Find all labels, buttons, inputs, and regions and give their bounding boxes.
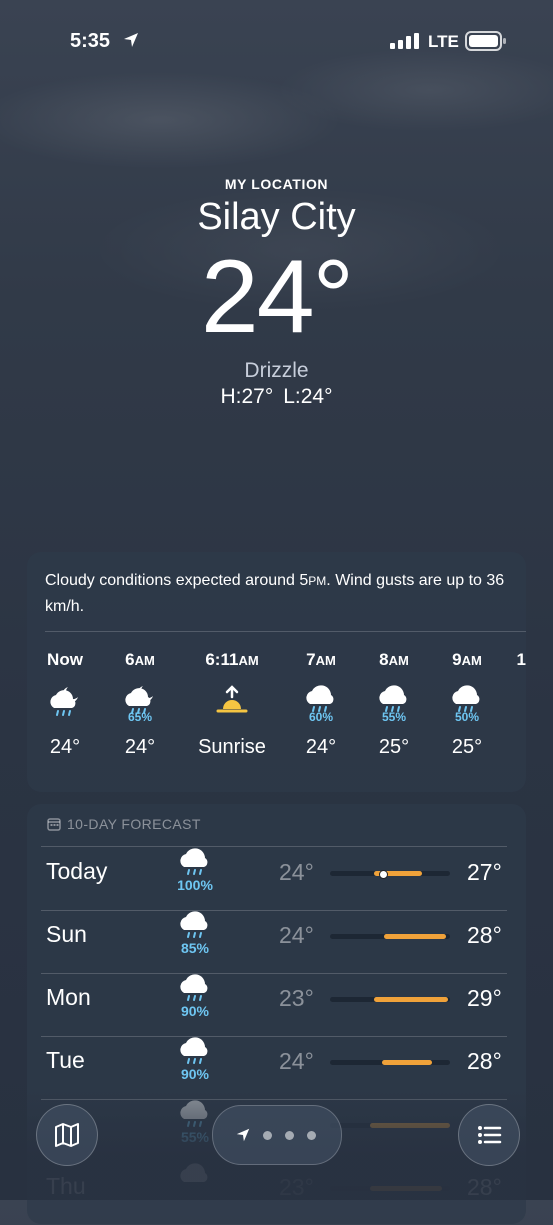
page-dot	[263, 1131, 272, 1140]
current-temp-marker	[379, 870, 388, 879]
current-weather: MY LOCATION Silay City 24° Drizzle H:27°…	[0, 176, 553, 409]
current-temperature: 24°	[200, 239, 354, 355]
current-condition: Drizzle	[244, 359, 309, 382]
cloud-moon-rain-icon	[125, 686, 153, 714]
page-dot	[285, 1131, 294, 1140]
forecast-row-today[interactable]: Today 100% 24° 27°	[27, 847, 526, 910]
hour-item: 6:11AM Sunrise	[198, 650, 266, 758]
cloud-rain-icon	[379, 685, 407, 712]
cloud-rain-icon	[180, 1163, 208, 1182]
temp-range-bar	[330, 1123, 450, 1128]
map-button[interactable]	[36, 1104, 98, 1166]
sunrise-icon	[216, 685, 248, 713]
cloud-rain-icon	[180, 1100, 208, 1127]
status-bar: 5:35 LTE	[0, 28, 553, 56]
hourly-forecast-card[interactable]: Cloudy conditions expected around 5PM. W…	[27, 552, 526, 792]
location-label: MY LOCATION	[224, 176, 329, 192]
forecast-row-tue[interactable]: Tue 90% 24° 28°	[27, 1036, 526, 1099]
map-icon	[55, 1123, 79, 1147]
cloud-rain-icon	[180, 848, 208, 875]
weather-summary: Cloudy conditions expected around 5PM. W…	[45, 572, 505, 615]
temp-range-bar	[330, 997, 450, 1002]
city-name: Silay City	[197, 196, 356, 238]
battery-icon	[465, 31, 506, 51]
network-type: LTE	[428, 32, 459, 51]
hour-item: 6AM 65% 24°	[102, 650, 178, 759]
calendar-icon	[47, 818, 61, 831]
hour-item: 1	[516, 650, 526, 669]
cloud-rain-icon	[306, 685, 334, 712]
hour-item: Now 24°	[47, 650, 83, 758]
temp-range-bar	[330, 870, 450, 879]
high-temp: H:27°	[220, 385, 274, 408]
cloud-moon-rain-icon	[50, 687, 78, 716]
status-time: 5:35	[70, 30, 111, 52]
forecast-row-sun[interactable]: Sun 85% 24° 28°	[27, 910, 526, 973]
cloud-rain-icon	[180, 974, 208, 1001]
list-icon	[478, 1126, 502, 1144]
forecast-row-mon[interactable]: Mon 90% 23° 29°	[27, 973, 526, 1036]
temp-range-bar	[330, 934, 450, 939]
cloud-rain-icon	[452, 685, 480, 712]
temp-range-bar	[330, 1060, 450, 1065]
hour-item: 7AM 60% 24°	[283, 650, 359, 759]
signal-bars-icon	[390, 33, 419, 49]
location-arrow-icon	[124, 33, 138, 47]
city-list-button[interactable]	[458, 1104, 520, 1166]
page-dot	[307, 1131, 316, 1140]
cloud-rain-icon	[180, 911, 208, 938]
location-arrow-icon	[236, 1128, 250, 1142]
temp-range-bar	[330, 1186, 450, 1191]
forecast-row-thu[interactable]: Thu 23° 28°	[27, 1162, 526, 1225]
high-low: H:27° L:24°	[0, 385, 553, 409]
hour-item: 8AM 55% 25°	[356, 650, 432, 759]
page-indicator[interactable]	[212, 1105, 342, 1165]
low-temp: L:24°	[283, 385, 333, 408]
forecast-header: 10-DAY FORECAST	[47, 816, 201, 832]
divider	[45, 631, 526, 632]
cloud-rain-icon	[180, 1037, 208, 1064]
